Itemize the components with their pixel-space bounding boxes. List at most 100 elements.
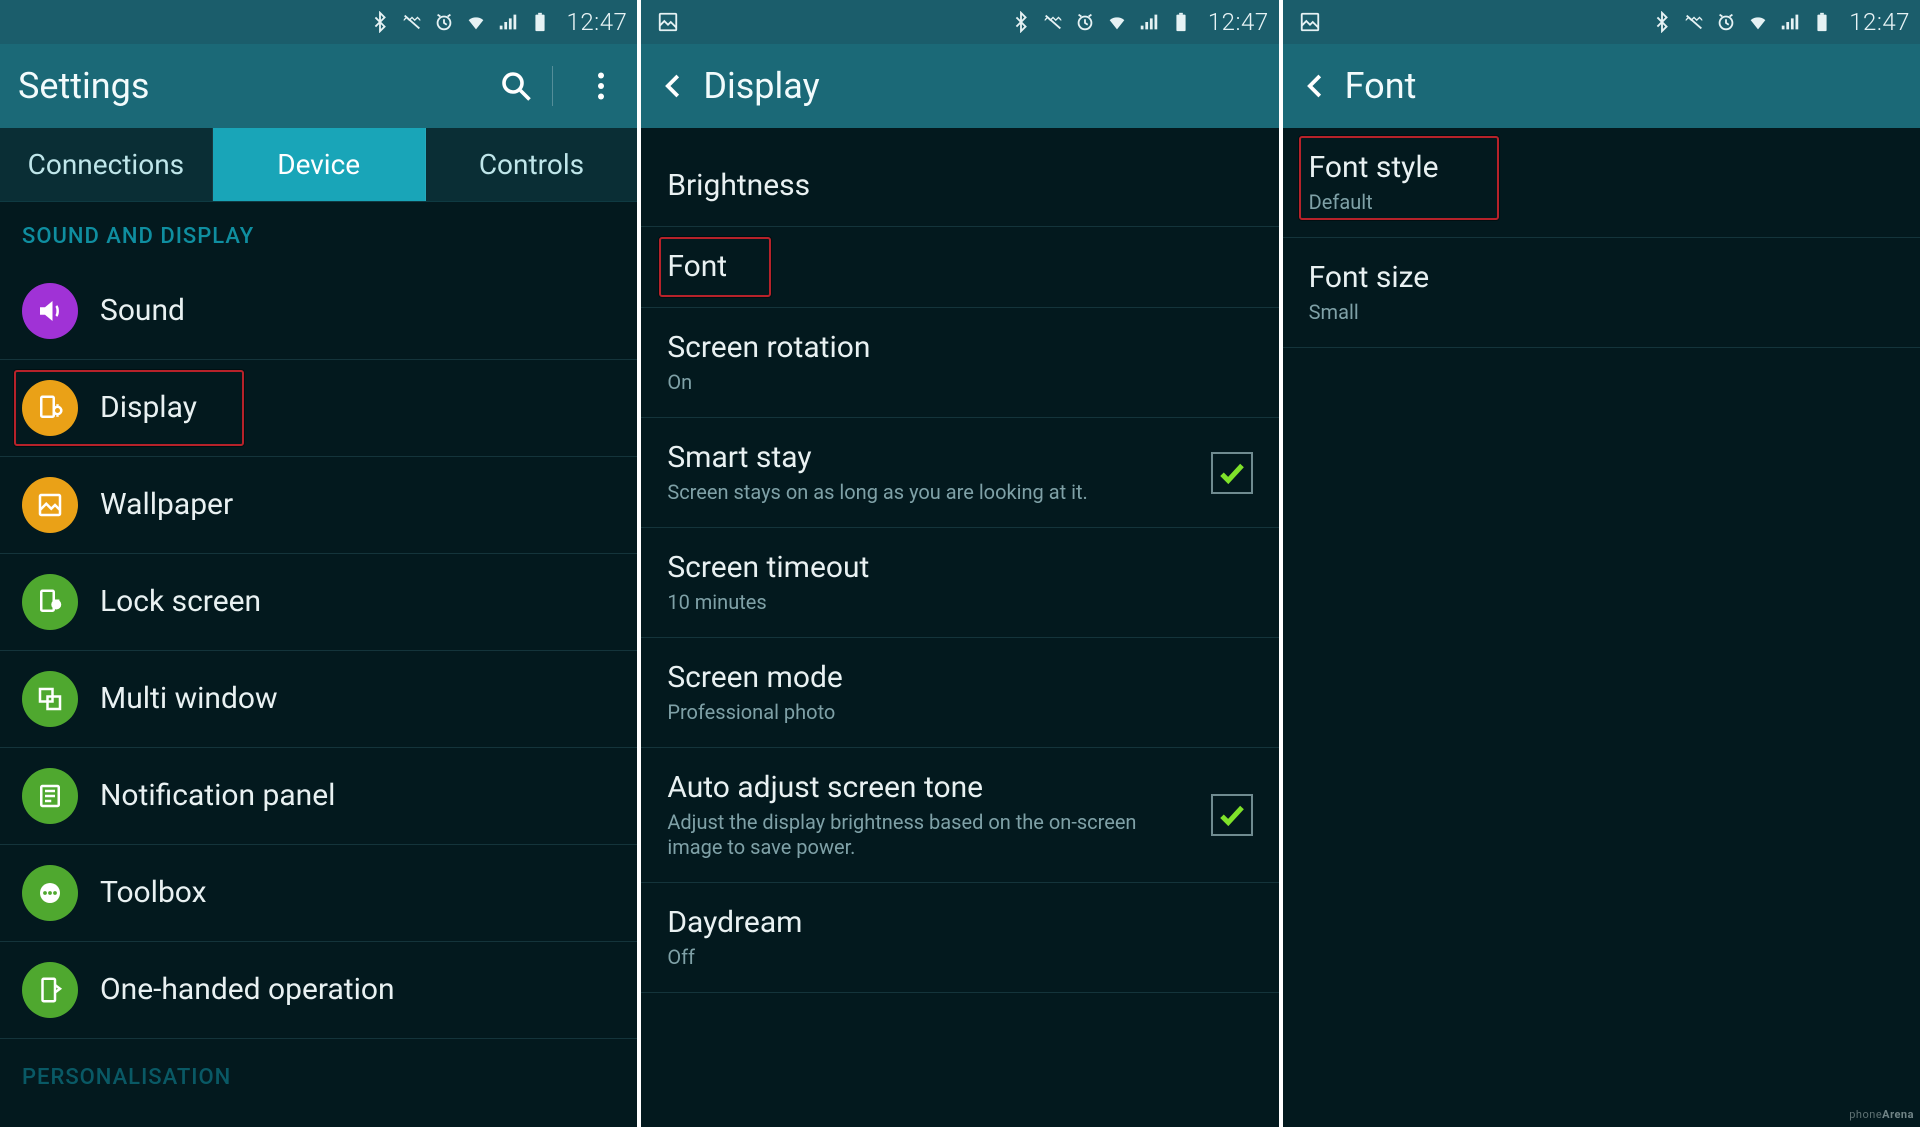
lock-screen-icon	[22, 574, 78, 630]
status-icons	[1010, 11, 1192, 33]
row-label: Toolbox	[100, 875, 603, 911]
watermark: phoneArena	[1849, 1108, 1914, 1121]
section-header: SOUND AND DISPLAY	[0, 202, 637, 263]
row-sub: Professional photo	[667, 700, 1240, 725]
font-list[interactable]: Font style Default Font size Small	[1283, 128, 1920, 1127]
back-button[interactable]	[659, 71, 689, 101]
search-button[interactable]	[498, 68, 534, 104]
row-display[interactable]: Display	[0, 360, 637, 457]
sound-icon	[22, 283, 78, 339]
settings-list[interactable]: SOUND AND DISPLAY Sound Display Wallpape…	[0, 202, 637, 1127]
row-label: Wallpaper	[100, 487, 603, 523]
row-font-style[interactable]: Font style Default	[1283, 128, 1920, 238]
wifi-icon	[1747, 11, 1769, 33]
screen-settings: 12:47 Settings Connections Device Contro…	[0, 0, 641, 1127]
row-sound[interactable]: Sound	[0, 263, 637, 360]
row-label: Display	[100, 390, 603, 426]
row-label: Smart stay	[667, 440, 1176, 476]
row-font-size[interactable]: Font size Small	[1283, 238, 1920, 348]
row-label: Auto adjust screen tone	[667, 770, 1176, 806]
watermark-text-b: Arena	[1882, 1108, 1914, 1121]
vibrate-icon	[1042, 11, 1064, 33]
app-bar: Settings	[0, 44, 637, 128]
app-bar: Display	[641, 44, 1278, 128]
row-label: Screen mode	[667, 660, 1240, 696]
row-sub: Screen stays on as long as you are looki…	[667, 480, 1176, 505]
row-label: Daydream	[667, 905, 1240, 941]
toolbox-icon	[22, 865, 78, 921]
row-label: Notification panel	[100, 778, 603, 814]
notification-panel-icon	[22, 768, 78, 824]
row-label: Screen timeout	[667, 550, 1240, 586]
vibrate-icon	[401, 11, 423, 33]
row-smart-stay[interactable]: Smart stay Screen stays on as long as yo…	[641, 418, 1278, 528]
row-label: Screen rotation	[667, 330, 1240, 366]
tab-controls[interactable]: Controls	[426, 128, 638, 201]
image-notification-icon	[1299, 11, 1321, 33]
status-bar: 12:47	[641, 0, 1278, 44]
row-label: Font style	[1309, 150, 1882, 186]
row-sub: 10 minutes	[667, 590, 1240, 615]
row-brightness[interactable]: Brightness	[641, 146, 1278, 227]
tab-connections[interactable]: Connections	[0, 128, 213, 201]
tabs: Connections Device Controls	[0, 128, 637, 202]
row-label: One-handed operation	[100, 972, 603, 1008]
bluetooth-icon	[1010, 11, 1032, 33]
bluetooth-icon	[1651, 11, 1673, 33]
row-sub: Adjust the display brightness based on t…	[667, 810, 1176, 860]
wifi-icon	[1106, 11, 1128, 33]
signal-icon	[497, 11, 519, 33]
image-notification-icon	[657, 11, 679, 33]
status-icons	[1651, 11, 1833, 33]
checkbox[interactable]	[1211, 794, 1253, 836]
battery-icon	[1811, 11, 1833, 33]
screen-display: 12:47 Display Brightness Font Screen rot…	[641, 0, 1282, 1127]
tab-device[interactable]: Device	[213, 128, 426, 201]
tab-label: Controls	[479, 148, 584, 181]
alarm-icon	[1715, 11, 1737, 33]
signal-icon	[1138, 11, 1160, 33]
row-label: Lock screen	[100, 584, 603, 620]
row-multi-window[interactable]: Multi window	[0, 651, 637, 748]
one-handed-icon	[22, 962, 78, 1018]
row-notification-panel[interactable]: Notification panel	[0, 748, 637, 845]
row-daydream[interactable]: Daydream Off	[641, 883, 1278, 993]
row-lock-screen[interactable]: Lock screen	[0, 554, 637, 651]
battery-icon	[529, 11, 551, 33]
back-button[interactable]	[1301, 71, 1331, 101]
row-label: Font size	[1309, 260, 1882, 296]
status-icons	[369, 11, 551, 33]
status-bar: 12:47	[1283, 0, 1920, 44]
multi-window-icon	[22, 671, 78, 727]
bluetooth-icon	[369, 11, 391, 33]
battery-icon	[1170, 11, 1192, 33]
row-toolbox[interactable]: Toolbox	[0, 845, 637, 942]
checkbox[interactable]	[1211, 452, 1253, 494]
signal-icon	[1779, 11, 1801, 33]
row-one-handed[interactable]: One-handed operation	[0, 942, 637, 1039]
status-time: 12:47	[1849, 8, 1910, 36]
display-list[interactable]: Brightness Font Screen rotation On Smart…	[641, 128, 1278, 1127]
row-auto-adjust[interactable]: Auto adjust screen tone Adjust the displ…	[641, 748, 1278, 883]
row-screen-rotation[interactable]: Screen rotation On	[641, 308, 1278, 418]
vibrate-icon	[1683, 11, 1705, 33]
row-screen-timeout[interactable]: Screen timeout 10 minutes	[641, 528, 1278, 638]
divider	[552, 66, 553, 106]
row-sub: Default	[1309, 190, 1882, 215]
app-bar: Font	[1283, 44, 1920, 128]
status-time: 12:47	[1208, 8, 1269, 36]
screen-font: 12:47 Font Font style Default Font size …	[1283, 0, 1920, 1127]
tab-label: Device	[277, 148, 360, 181]
row-screen-mode[interactable]: Screen mode Professional photo	[641, 638, 1278, 748]
row-label: Sound	[100, 293, 603, 329]
section-header: PERSONALISATION	[0, 1039, 637, 1104]
row-sub: On	[667, 370, 1240, 395]
row-wallpaper[interactable]: Wallpaper	[0, 457, 637, 554]
row-label: Multi window	[100, 681, 603, 717]
row-font[interactable]: Font	[641, 227, 1278, 308]
overflow-menu-button[interactable]	[583, 68, 619, 104]
alarm-icon	[433, 11, 455, 33]
page-title: Font	[1345, 65, 1902, 107]
page-title: Display	[703, 65, 1260, 107]
display-icon	[22, 380, 78, 436]
